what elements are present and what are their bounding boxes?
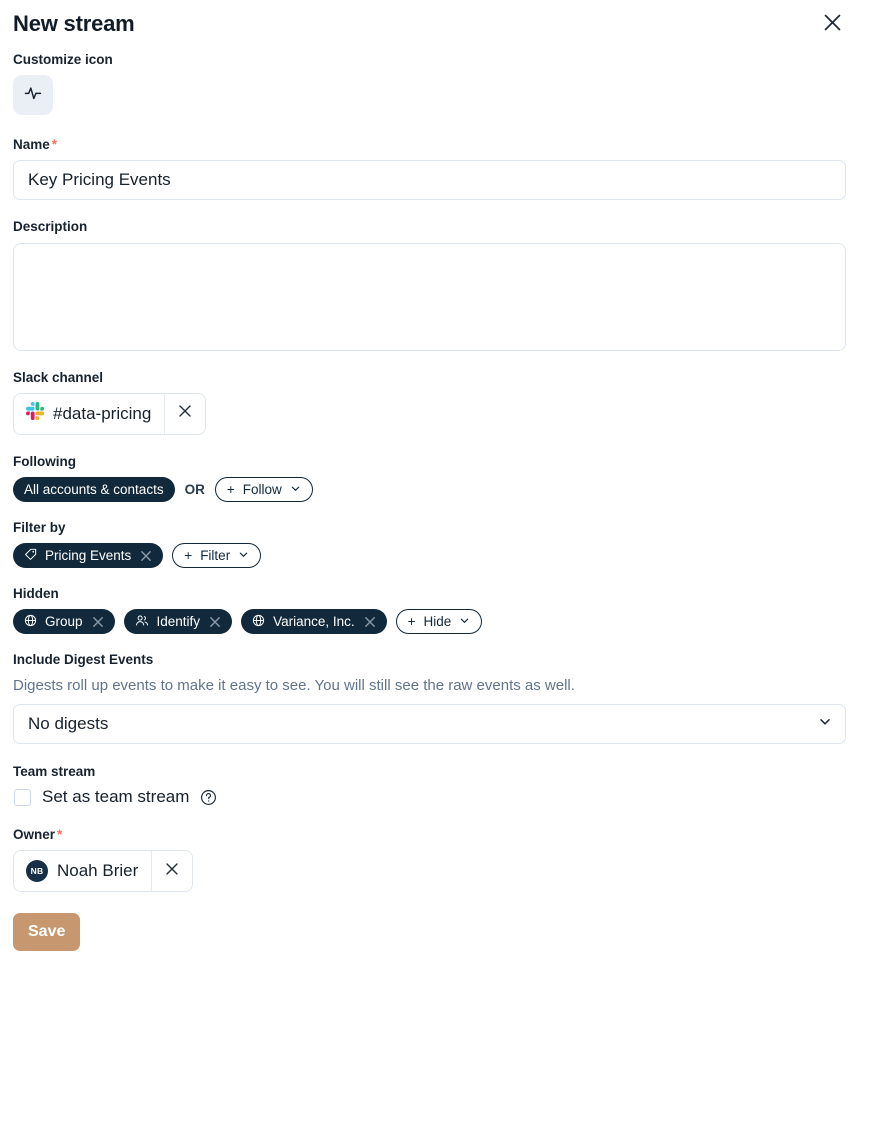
globe-icon [24,614,37,630]
globe-icon [252,614,265,630]
filter-by-field: Filter by Pricing Events + Filt [12,520,844,568]
add-filter-button[interactable]: + Filter [172,543,261,568]
include-digest-events-help: Digests roll up events to make it easy t… [13,676,844,696]
slack-icon [26,402,44,425]
filter-by-label: Filter by [13,520,844,536]
hidden-pill-row: Group Identify [13,609,844,634]
stream-icon-picker-button[interactable] [13,75,53,115]
name-label-text: Name [13,137,50,152]
team-stream-label: Team stream [13,764,844,780]
hidden-pill-label: Identify [157,615,201,629]
add-filter-label: Filter [200,548,230,563]
include-digest-events-field: Include Digest Events Digests roll up ev… [12,652,844,744]
close-icon [165,862,179,881]
following-pill-row: All accounts & contacts OR + Follow [13,477,844,502]
team-stream-checkbox[interactable] [14,789,31,806]
hidden-pill-label: Group [45,615,83,629]
filter-pill-label: Pricing Events [45,549,131,563]
following-pill-all-accounts[interactable]: All accounts & contacts [13,477,175,502]
filter-pill-remove-button[interactable] [140,550,152,562]
chevron-down-icon [459,614,470,629]
customize-icon-field: Customize icon [12,52,844,115]
owner-label-text: Owner [13,827,55,842]
save-button[interactable]: Save [13,913,80,951]
description-label: Description [13,219,844,235]
name-label: Name* [13,137,844,153]
hidden-pill-remove-button[interactable] [209,616,221,628]
hidden-pill-variance-inc[interactable]: Variance, Inc. [241,609,387,634]
team-stream-field: Team stream Set as team stream [12,764,844,807]
add-follow-label: Follow [243,482,282,497]
chevron-down-icon [290,482,301,497]
add-hide-button[interactable]: + Hide [396,609,483,634]
new-stream-dialog: New stream Customize icon Name* Des [0,0,872,1144]
people-icon [135,614,149,630]
description-textarea[interactable] [13,243,846,351]
avatar: NB [26,860,48,882]
include-digest-events-label: Include Digest Events [13,652,844,668]
slack-channel-name: #data-pricing [53,404,151,424]
hidden-field: Hidden Group [12,586,844,634]
slack-channel-label: Slack channel [13,370,844,386]
team-stream-checkbox-label: Set as team stream [42,787,189,807]
owner-label: Owner* [13,827,844,843]
digest-select[interactable]: No digests [13,704,846,744]
hidden-pill-remove-button[interactable] [92,616,104,628]
filter-by-pill-row: Pricing Events + Filter [13,543,844,568]
team-stream-checkbox-row: Set as team stream [14,787,844,807]
description-field: Description [12,219,844,350]
hidden-pill-label: Variance, Inc. [273,615,355,629]
hidden-label: Hidden [13,586,844,602]
slack-channel-token: #data-pricing [13,393,206,435]
following-field: Following All accounts & contacts OR + F… [12,454,844,502]
owner-token: NB Noah Brier [13,850,193,892]
following-conjunction: OR [184,482,206,497]
dialog-header: New stream [12,0,844,52]
following-label: Following [13,454,844,470]
chevron-down-icon [238,548,249,563]
plus-icon: + [227,482,235,497]
owner-field: Owner* NB Noah Brier [12,827,844,892]
owner-value-button[interactable]: NB Noah Brier [14,851,151,891]
slack-channel-value-button[interactable]: #data-pricing [14,394,164,434]
hidden-pill-group[interactable]: Group [13,609,115,634]
close-dialog-button[interactable] [816,6,848,38]
name-required-marker: * [52,137,57,152]
question-circle-icon[interactable] [200,789,217,806]
activity-pulse-icon [23,83,43,108]
digest-select-value: No digests [28,714,108,734]
owner-remove-button[interactable] [151,851,192,891]
plus-icon: + [408,614,416,629]
close-icon [178,404,192,423]
name-field: Name* [12,137,844,200]
add-hide-label: Hide [424,614,452,629]
customize-icon-label: Customize icon [13,52,844,68]
tag-icon [24,548,37,564]
owner-name: Noah Brier [57,861,138,881]
hidden-pill-identify[interactable]: Identify [124,609,233,634]
digest-select-wrapper: No digests [13,704,846,744]
plus-icon: + [184,548,192,563]
slack-channel-field: Slack channel #data-pricing [12,370,844,435]
close-icon [822,12,843,33]
name-input[interactable] [13,160,846,200]
page-title: New stream [13,11,135,37]
filter-pill-pricing-events[interactable]: Pricing Events [13,543,163,568]
slack-channel-remove-button[interactable] [164,394,205,434]
hidden-pill-remove-button[interactable] [364,616,376,628]
owner-required-marker: * [57,827,62,842]
following-pill-label: All accounts & contacts [24,483,164,497]
add-follow-button[interactable]: + Follow [215,477,313,502]
